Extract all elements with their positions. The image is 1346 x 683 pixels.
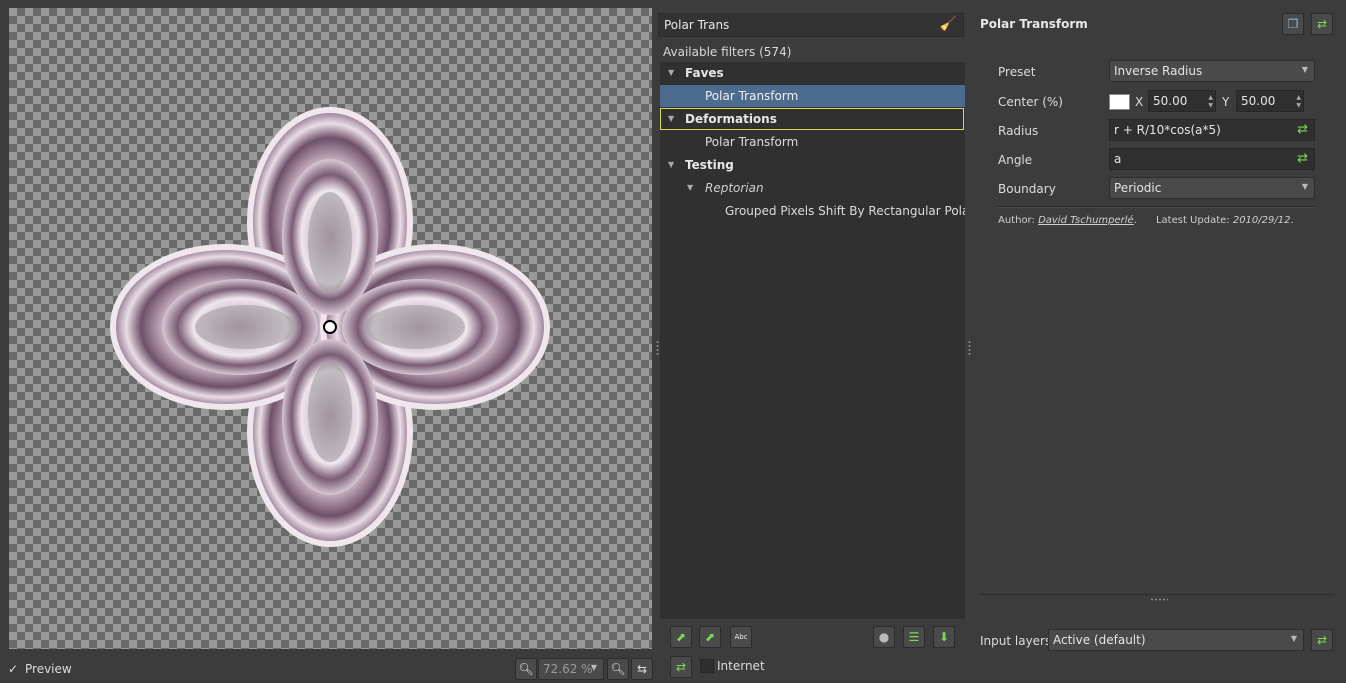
chevron-down-icon: ▼ (590, 663, 597, 672)
remove-fave-button[interactable]: ⬈ (699, 626, 721, 648)
filter-search-input[interactable]: Polar Trans 🧹 (658, 13, 964, 37)
boundary-select[interactable]: Periodic ▼ (1109, 177, 1315, 199)
refresh-layers-button[interactable]: ⇄ (1311, 629, 1333, 651)
expand-arrow-icon: ▼ (668, 160, 675, 169)
x-label: X (1135, 95, 1144, 109)
zoom-out-icon: 🔍︎ (518, 662, 534, 676)
bottom-separator (980, 594, 1334, 595)
filter-tree[interactable]: ▼ Faves Polar Transform ▼ Deformations P… (660, 62, 965, 619)
chevron-down-icon: ▼ (1290, 634, 1297, 643)
refresh-icon: ⇄ (1316, 17, 1328, 31)
sphere-icon: ● (878, 630, 890, 644)
boundary-label: Boundary (998, 182, 1056, 196)
spin-down-icon[interactable]: ▼ (1208, 102, 1213, 109)
center-label: Center (%) (998, 95, 1063, 109)
settings-button[interactable]: ☰ (903, 626, 925, 648)
preview-checkbox[interactable]: ✓ (8, 662, 20, 676)
add-fave-icon: ⬈ (675, 630, 687, 644)
remove-fave-icon: ⬈ (704, 630, 716, 644)
filter-title: Polar Transform (980, 17, 1088, 31)
angle-label: Angle (998, 153, 1033, 167)
center-color-swatch[interactable] (1109, 94, 1130, 110)
reset-params-button[interactable]: ⇄ (1311, 13, 1333, 35)
input-layers-select[interactable]: Active (default) ▼ (1048, 629, 1304, 651)
refresh-filters-button[interactable]: ⇄ (670, 656, 692, 678)
preview-canvas[interactable] (9, 8, 652, 649)
bottom-splitter-handle[interactable] (1150, 598, 1168, 601)
zoom-in-icon: 🔍︎ (610, 662, 626, 676)
download-button[interactable]: ⬇ (933, 626, 955, 648)
center-y-input[interactable]: 50.00 ▲ ▼ (1236, 90, 1304, 112)
refresh-icon[interactable]: ⇄ (1297, 151, 1308, 166)
selection-mode-button[interactable]: ● (873, 626, 895, 648)
tree-item-polar-transform[interactable]: Polar Transform (660, 131, 965, 153)
add-fave-button[interactable]: ⬈ (670, 626, 692, 648)
right-splitter-handle[interactable] (968, 340, 971, 356)
download-icon: ⬇ (938, 630, 950, 644)
search-text: Polar Trans (664, 18, 730, 32)
check-icon: ✓ (8, 662, 19, 676)
expand-arrow-icon: ▼ (687, 183, 694, 192)
spin-up-icon[interactable]: ▲ (1208, 94, 1213, 101)
clipboard-icon: ❐ (1287, 17, 1299, 31)
preview-label: Preview (25, 662, 72, 676)
spin-down-icon[interactable]: ▼ (1296, 102, 1301, 109)
author-link[interactable]: David Tschumperlé (1038, 215, 1134, 226)
input-layers-label: Input layers (980, 634, 1052, 648)
internet-label: Internet (717, 659, 765, 673)
angle-input[interactable]: a ⇄ (1109, 148, 1315, 170)
radius-input[interactable]: r + R/10*cos(a*5) ⇄ (1109, 119, 1315, 141)
zoom-in-button[interactable]: 🔍︎ (607, 658, 629, 680)
zoom-value: 72.62 % (543, 662, 593, 676)
expand-arrow-icon: ▼ (668, 114, 675, 123)
sliders-icon: ☰ (908, 630, 920, 644)
radius-label: Radius (998, 124, 1039, 138)
tree-folder-deformations[interactable]: ▼ Deformations (660, 108, 964, 130)
params-separator (997, 206, 1315, 208)
preset-select[interactable]: Inverse Radius ▼ (1109, 60, 1315, 82)
zoom-combo[interactable]: 72.62 % ▼ (538, 658, 604, 680)
preview-image (110, 107, 550, 547)
broom-icon[interactable]: 🧹 (940, 16, 957, 32)
tree-folder-testing[interactable]: ▼ Testing (660, 154, 965, 176)
chevron-down-icon: ▼ (1301, 182, 1308, 191)
refresh-icon: ⇄ (1316, 633, 1328, 647)
left-splitter-handle[interactable] (656, 340, 659, 356)
available-filters-header: Available filters (574) (663, 45, 792, 59)
chevron-down-icon: ▼ (1301, 65, 1308, 74)
tree-item-grouped-pixels-shift[interactable]: Grouped Pixels Shift By Rectangular Pola… (660, 200, 965, 222)
tree-item-polar-transform-fave[interactable]: Polar Transform (660, 85, 965, 107)
refresh-icon: ⇄ (675, 660, 687, 674)
tree-folder-faves[interactable]: ▼ Faves (660, 62, 965, 84)
refresh-icon[interactable]: ⇄ (1297, 122, 1308, 137)
preset-label: Preset (998, 65, 1036, 79)
reset-zoom-button[interactable]: ⇆ (631, 658, 653, 680)
internet-checkbox[interactable] (700, 659, 714, 673)
rename-fave-button[interactable]: Abc (730, 626, 752, 648)
expand-arrow-icon: ▼ (668, 68, 675, 77)
spin-up-icon[interactable]: ▲ (1296, 94, 1301, 101)
abc-icon: Abc (734, 633, 748, 641)
refresh-icon: ⇆ (636, 662, 648, 676)
copy-to-clipboard-button[interactable]: ❐ (1282, 13, 1304, 35)
author-info: Author: David Tschumperlé. Latest Update… (998, 215, 1294, 226)
tree-folder-reptorian[interactable]: ▼ Reptorian (660, 177, 965, 199)
y-label: Y (1222, 95, 1230, 109)
center-x-input[interactable]: 50.00 ▲ ▼ (1148, 90, 1216, 112)
center-handle (323, 320, 337, 334)
zoom-out-button[interactable]: 🔍︎ (515, 658, 537, 680)
